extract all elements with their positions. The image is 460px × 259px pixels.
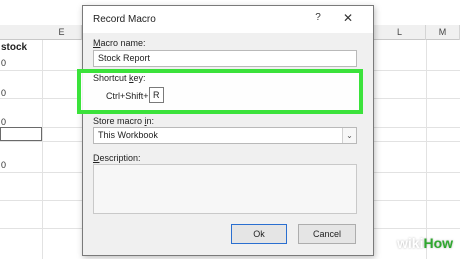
store-macro-label: Store macro in: xyxy=(93,116,155,126)
cell-value[interactable]: 0 xyxy=(1,160,6,170)
shortcut-key-field[interactable]: R xyxy=(149,87,164,103)
cell-value[interactable]: 0 xyxy=(1,58,6,68)
cell-stock-header[interactable]: stock xyxy=(1,42,27,53)
macro-name-label: Macro name: xyxy=(93,38,146,48)
column-header-m[interactable]: M xyxy=(426,25,460,40)
cell-value[interactable]: 0 xyxy=(1,117,6,127)
macro-name-field[interactable]: Stock Report xyxy=(93,50,357,67)
store-macro-select[interactable]: This Workbook ⌄ xyxy=(93,127,357,144)
ok-button[interactable]: Ok xyxy=(231,224,287,244)
description-field[interactable] xyxy=(93,164,357,214)
shortcut-key-label: Shortcut key: xyxy=(93,73,146,83)
help-button[interactable]: ? xyxy=(311,12,325,23)
dialog-title: Record Macro xyxy=(93,14,156,25)
dialog-title-bar[interactable]: Record Macro ? ✕ xyxy=(83,6,373,33)
selected-cell[interactable] xyxy=(0,127,42,141)
wikihow-watermark: wikiHow xyxy=(397,235,454,251)
store-macro-value: This Workbook xyxy=(98,130,158,140)
column-header-e[interactable]: E xyxy=(42,25,82,40)
gridline xyxy=(42,40,43,259)
description-label: Description: xyxy=(93,153,141,163)
column-header-l[interactable]: L xyxy=(374,25,426,40)
gridline xyxy=(426,40,427,259)
shortcut-prefix-text: Ctrl+Shift+ xyxy=(106,91,149,101)
close-icon[interactable]: ✕ xyxy=(341,11,355,25)
cancel-button[interactable]: Cancel xyxy=(298,224,356,244)
chevron-down-icon[interactable]: ⌄ xyxy=(342,128,356,143)
cell-value[interactable]: 0 xyxy=(1,88,6,98)
